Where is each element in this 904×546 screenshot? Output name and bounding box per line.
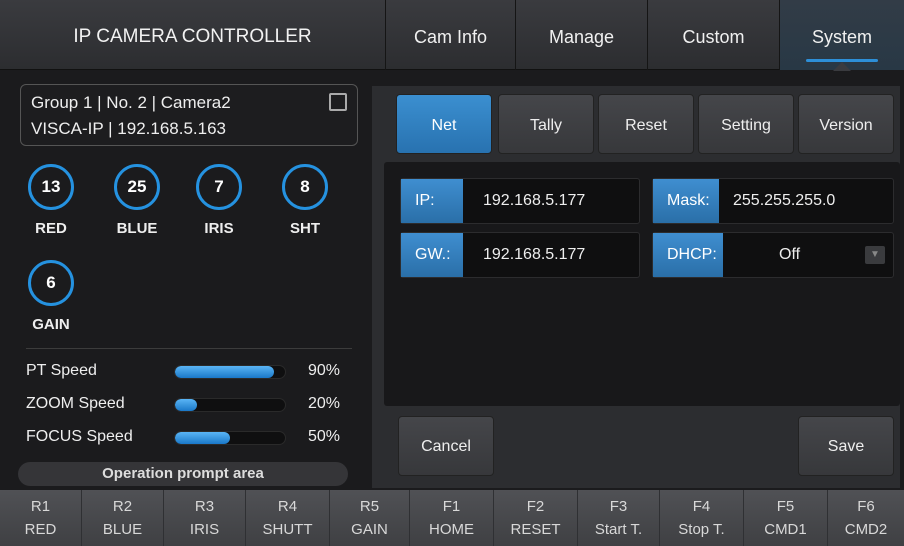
fkey-code: F5: [776, 498, 795, 515]
subtab-net[interactable]: Net: [396, 94, 492, 154]
blue-label: BLUE: [116, 220, 158, 237]
mask-label: Mask:: [653, 179, 719, 223]
fkey-code: R3: [194, 498, 215, 515]
focus-speed-slider[interactable]: [174, 431, 286, 445]
app-title: IP CAMERA CONTROLLER: [0, 0, 386, 70]
ip-value: 192.168.5.177: [483, 192, 586, 209]
fkey-name: RESET: [510, 521, 561, 538]
gain-knob[interactable]: 6: [28, 260, 74, 306]
fkey-f2[interactable]: F2 RESET: [494, 490, 578, 546]
app-window: IP CAMERA CONTROLLER Cam Info Manage Cus…: [0, 0, 904, 546]
ip-field[interactable]: IP: 192.168.5.177: [400, 178, 640, 224]
zoom-speed-label: ZOOM Speed: [26, 395, 125, 412]
fkey-code: F1: [442, 498, 461, 515]
focus-speed-label: FOCUS Speed: [26, 428, 133, 445]
mask-value: 255.255.255.0: [733, 192, 836, 209]
fkey-r1[interactable]: R1 RED: [0, 490, 82, 546]
pt-speed-slider[interactable]: [174, 365, 286, 379]
fkey-code: F4: [692, 498, 711, 515]
gateway-label: GW.:: [401, 233, 463, 277]
fkey-code: R4: [277, 498, 298, 515]
save-button[interactable]: Save: [798, 416, 894, 476]
function-key-bar: R1 RED R2 BLUE R3 IRIS R4 SHUTT R5 GAIN F1 HOM…: [0, 490, 904, 546]
mask-field[interactable]: Mask: 255.255.255.0: [652, 178, 894, 224]
fkey-name: GAIN: [351, 521, 388, 538]
iris-label: IRIS: [204, 220, 234, 237]
red-knob[interactable]: 13: [28, 164, 74, 210]
camera-selector[interactable]: Group 1 | No. 2 | Camera2 VISCA-IP | 192…: [20, 84, 358, 146]
subtab-version[interactable]: Version: [798, 94, 894, 154]
fkey-code: R5: [359, 498, 380, 515]
fkey-name: IRIS: [189, 521, 220, 538]
fkey-code: F3: [609, 498, 628, 515]
camera-info-line1: Group 1 | No. 2 | Camera2: [31, 93, 231, 112]
fkey-name: RED: [24, 521, 57, 538]
fkey-name: Stop T.: [678, 521, 725, 538]
shutter-label: SHT: [290, 220, 320, 237]
fkey-f5[interactable]: F5 CMD1: [744, 490, 828, 546]
blue-knob[interactable]: 25: [114, 164, 160, 210]
fkey-r5[interactable]: R5 GAIN: [330, 490, 410, 546]
dhcp-select[interactable]: DHCP: Off ▼: [652, 232, 894, 278]
dropdown-arrow-icon[interactable]: ▼: [865, 246, 885, 264]
fkey-f3[interactable]: F3 Start T.: [578, 490, 660, 546]
system-panel: Net Tally Reset Setting Version IP: 192.…: [372, 86, 900, 488]
fkey-code: R1: [30, 498, 51, 515]
gateway-value: 192.168.5.177: [483, 246, 586, 263]
tab-label: Custom: [682, 27, 745, 47]
zoom-speed-slider[interactable]: [174, 398, 286, 412]
fkey-f6[interactable]: F6 CMD2: [828, 490, 904, 546]
iris-knob[interactable]: 7: [196, 164, 242, 210]
ip-label: IP:: [401, 179, 463, 223]
operation-prompt-area: Operation prompt area: [18, 462, 348, 486]
gain-label: GAIN: [32, 316, 70, 333]
divider: [26, 348, 352, 349]
top-bar: IP CAMERA CONTROLLER Cam Info Manage Cus…: [0, 0, 904, 71]
fkey-name: CMD2: [844, 521, 888, 538]
pt-speed-value: 90%: [308, 362, 341, 379]
fkey-f4[interactable]: F4 Stop T.: [660, 490, 744, 546]
fkey-r2[interactable]: R2 BLUE: [82, 490, 164, 546]
subtab-reset[interactable]: Reset: [598, 94, 694, 154]
tab-manage[interactable]: Manage: [516, 0, 648, 70]
focus-speed-value: 50%: [308, 428, 341, 445]
fkey-name: HOME: [429, 521, 474, 538]
fkey-r4[interactable]: R4 SHUTT: [246, 490, 330, 546]
subtab-tally[interactable]: Tally: [498, 94, 594, 154]
dhcp-label: DHCP:: [653, 233, 723, 277]
tab-label: System: [811, 27, 872, 47]
camera-info-line2: VISCA-IP | 192.168.5.163: [31, 119, 227, 138]
tab-cam-info[interactable]: Cam Info: [386, 0, 516, 70]
red-label: RED: [35, 220, 67, 237]
fkey-code: F6: [857, 498, 875, 515]
tab-custom[interactable]: Custom: [648, 0, 780, 70]
fkey-code: R2: [112, 498, 133, 515]
fkey-f1[interactable]: F1 HOME: [410, 490, 494, 546]
zoom-speed-value: 20%: [308, 395, 341, 412]
camera-checkbox[interactable]: [329, 93, 347, 111]
fkey-name: BLUE: [102, 521, 143, 538]
subtab-setting[interactable]: Setting: [698, 94, 794, 154]
cancel-button[interactable]: Cancel: [398, 416, 494, 476]
fkey-r3[interactable]: R3 IRIS: [164, 490, 246, 546]
pt-speed-fill: [175, 366, 274, 378]
shutter-knob[interactable]: 8: [282, 164, 328, 210]
camera-panel: Group 1 | No. 2 | Camera2 VISCA-IP | 192…: [8, 72, 362, 488]
fkey-name: CMD1: [764, 521, 807, 538]
zoom-speed-fill: [175, 399, 197, 411]
fkey-code: F2: [526, 498, 545, 515]
pt-speed-label: PT Speed: [26, 362, 97, 379]
tab-system[interactable]: System: [780, 0, 904, 71]
tab-label: Manage: [548, 27, 615, 47]
net-settings-area: IP: 192.168.5.177 Mask: 255.255.255.0 GW…: [384, 162, 900, 406]
fkey-name: SHUTT: [262, 521, 313, 538]
dhcp-value: Off: [779, 246, 801, 263]
fkey-name: Start T.: [594, 521, 643, 538]
gateway-field[interactable]: GW.: 192.168.5.177: [400, 232, 640, 278]
tab-pointer-icon: [833, 62, 851, 71]
tab-label: Cam Info: [413, 27, 488, 47]
focus-speed-fill: [175, 432, 230, 444]
